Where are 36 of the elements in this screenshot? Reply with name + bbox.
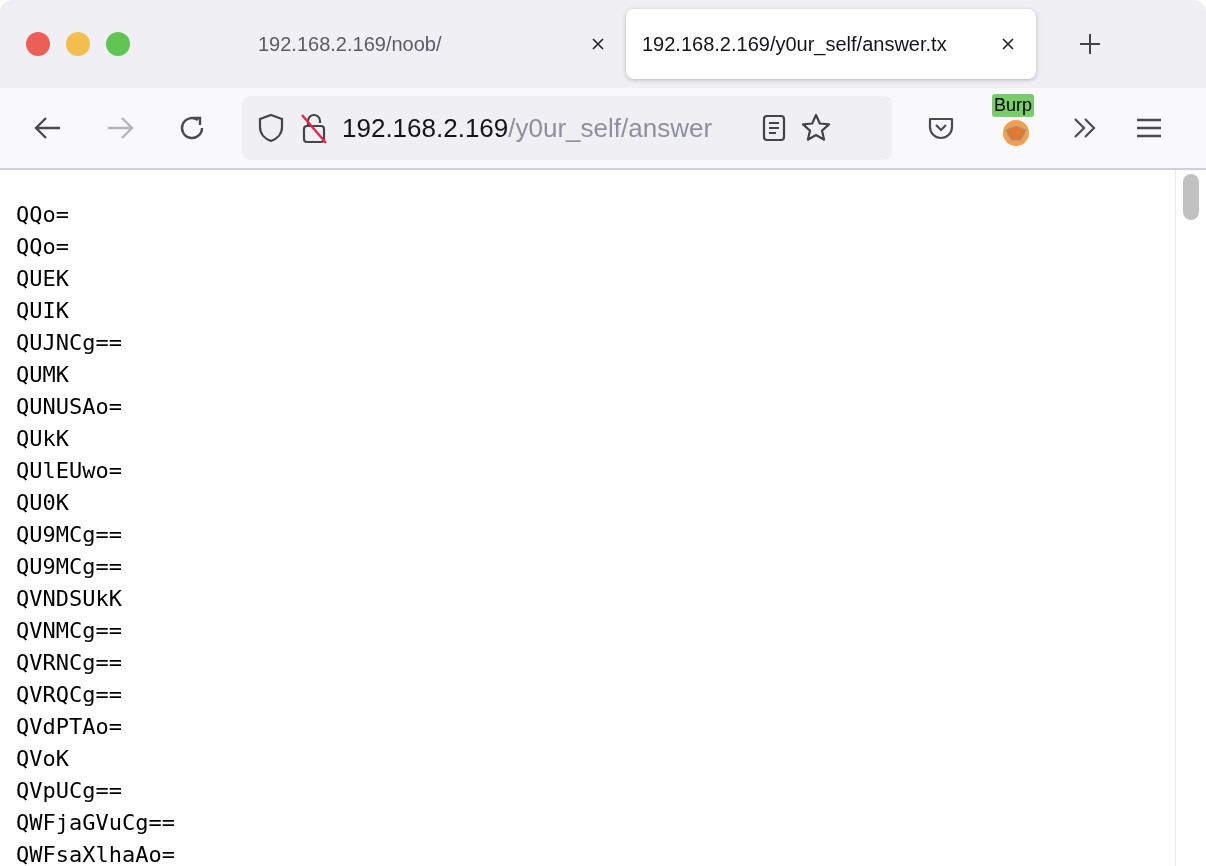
star-icon[interactable] [800,112,832,144]
close-icon[interactable] [1000,36,1016,52]
text-line: QUlEUwo= [16,457,123,485]
extension-badge: Burp [992,94,1035,117]
text-line: QU0K [16,489,70,517]
text-line: QU9MCg== [16,553,123,581]
insecure-lock-icon[interactable] [298,111,330,145]
text-line: QVRNCg== [16,649,123,677]
reader-view-icon[interactable] [760,113,788,143]
text-line: QUMK [16,361,70,389]
text-line: QWFsaXlhaAo= [16,841,176,866]
close-window-button[interactable] [26,32,50,56]
text-line: QVdPTAo= [16,713,123,741]
text-line: QUJNCg== [16,329,123,357]
scrollbar-thumb[interactable] [1183,174,1199,220]
text-line: QWFjaGVuCg== [16,809,176,837]
text-line: QUIK [16,297,70,325]
browser-tab[interactable]: 192.168.2.169/noob/ [216,9,626,79]
url-text: 192.168.2.169/y0ur_self/answer [342,112,714,144]
text-line: QVoK [16,745,70,773]
text-line: QVNDSUkK [16,585,123,613]
text-line: QVpUCg== [16,777,123,805]
shield-icon[interactable] [256,112,286,144]
close-icon[interactable] [590,36,606,52]
text-line: QQo= [16,201,70,229]
text-line: QUEK [16,265,70,293]
text-line: QUNUSAo= [16,393,123,421]
text-line: QVRQCg== [16,681,123,709]
text-line: QUkK [16,425,70,453]
address-bar[interactable]: 192.168.2.169/y0ur_self/answer [242,96,892,160]
text-line: QQo= [16,233,70,261]
new-tab-icon[interactable] [1078,32,1102,56]
browser-tab[interactable]: 192.168.2.169/y0ur_self/answer.tx [626,9,1036,79]
text-line: QU9MCg== [16,521,123,549]
extension-icon[interactable] [1001,118,1031,148]
text-line: QVNMCg== [16,617,123,645]
